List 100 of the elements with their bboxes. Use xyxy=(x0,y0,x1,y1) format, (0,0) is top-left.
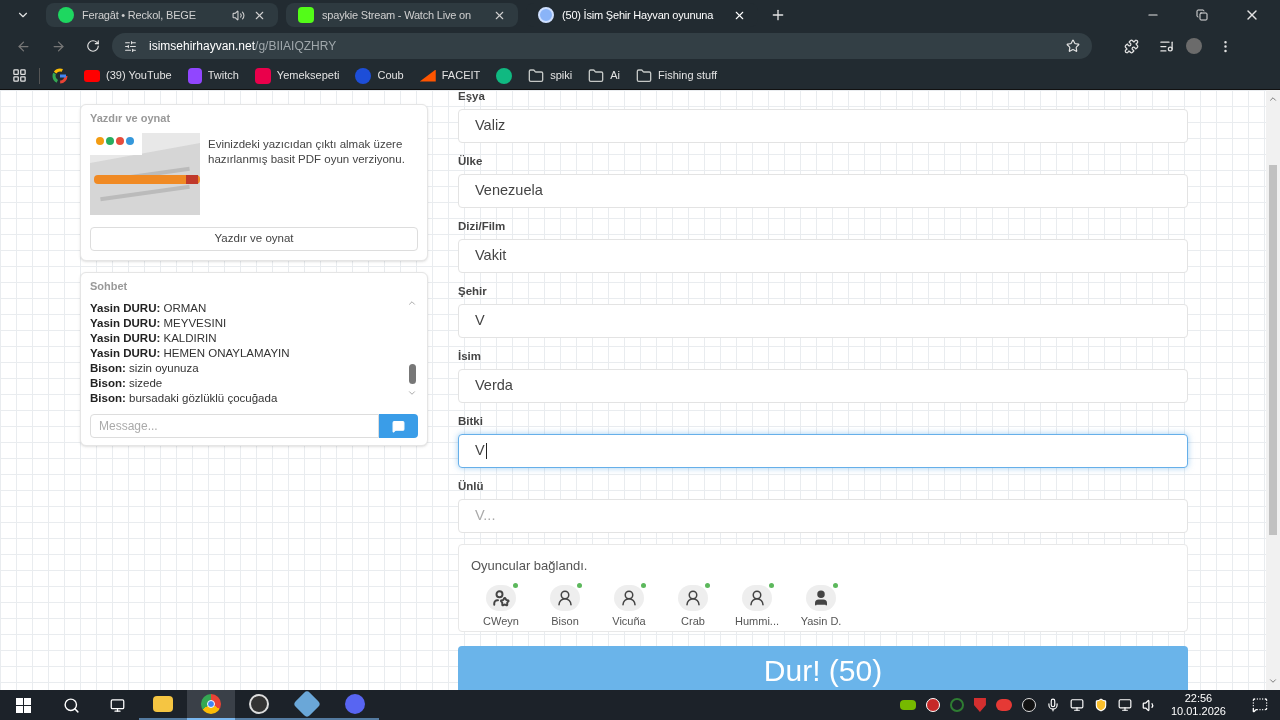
bookmark[interactable] xyxy=(52,67,68,84)
forward-icon[interactable] xyxy=(51,38,66,54)
field-label: Eşya xyxy=(458,90,486,104)
bookmark[interactable]: Twitch xyxy=(187,67,239,84)
new-tab-icon[interactable] xyxy=(770,7,786,23)
field-label: Şehir xyxy=(458,284,488,299)
scrollbar-thumb xyxy=(408,364,416,384)
clock[interactable]: 22:56 10.01.2026 xyxy=(1170,692,1226,718)
player-name: Vicuña xyxy=(612,614,646,629)
chat-message: Yasin DURU: HEMEN ONAYLAMAYIN xyxy=(90,346,291,361)
chat-message: Yasin DURU: ORMAN xyxy=(90,301,208,316)
chat-message: Yasin DURU: KALDIRIN xyxy=(90,331,218,346)
bookmark-label: Coub xyxy=(377,68,404,84)
bookmark[interactable]: Coub xyxy=(355,67,404,84)
chat-message: Bison: sizin oyunuza xyxy=(90,361,200,376)
taskbar-app[interactable] xyxy=(187,690,235,720)
user-icon xyxy=(812,589,830,607)
address-bar[interactable]: isimsehirhayvan.net/g/BIIAIQZHRY xyxy=(112,33,1092,59)
user-icon xyxy=(556,589,574,607)
bookmark-label: Ai xyxy=(610,68,621,84)
scroll-down-icon xyxy=(407,388,417,398)
user-icon xyxy=(620,589,638,607)
folder-icon xyxy=(528,67,545,84)
scroll-up-icon xyxy=(1268,94,1278,104)
tab-title: Feragât • Reckol, BEGE xyxy=(82,7,197,23)
site-settings-icon[interactable] xyxy=(124,39,137,53)
answer-field[interactable]: V xyxy=(458,304,1188,338)
answer-field[interactable]: Vakit xyxy=(458,239,1188,273)
message-field[interactable]: Message... xyxy=(90,414,379,438)
bookmark[interactable]: (39) YouTube xyxy=(84,67,172,84)
folder-icon xyxy=(636,67,653,84)
bookmark[interactable]: FACEIT xyxy=(419,67,481,84)
shield-icon xyxy=(1093,698,1108,712)
extensions-icon[interactable] xyxy=(1124,38,1139,54)
user-icon xyxy=(748,589,766,607)
bookmark[interactable]: Fishing stuff xyxy=(636,67,718,84)
tab-title: (50) İsim Şehir Hayvan oyununa xyxy=(562,7,715,23)
player-name: Yasin D. xyxy=(800,614,842,629)
bookmark-label: Fishing stuff xyxy=(658,68,718,84)
player-name: CWeyn xyxy=(483,614,519,629)
circle-tray-icon xyxy=(949,698,964,712)
players-title: Oyuncular bağlandı. xyxy=(471,558,588,573)
bookmark-label: FACEIT xyxy=(441,68,481,84)
player-name: Hummi... xyxy=(735,614,779,629)
record-tray-icon xyxy=(925,698,940,712)
gpu-tray-icon xyxy=(899,700,916,710)
card-description: Evinizdeki yazıcıdan çıktı almak üzere hazırlanmış basit PDF oyun verziyonu. xyxy=(208,136,406,167)
chat-message: Yasin DURU: MEYVESINI xyxy=(90,316,228,331)
taskbar-app[interactable] xyxy=(283,690,331,720)
browser-logo-icon xyxy=(201,694,221,714)
field-label: Ülke xyxy=(458,154,484,169)
task-view-icon[interactable] xyxy=(110,697,125,713)
reload-icon[interactable] xyxy=(86,39,100,53)
browser-tab[interactable]: spaykie Stream - Watch Live on xyxy=(286,3,518,27)
tab-title: spaykie Stream - Watch Live on xyxy=(322,7,472,23)
record-logo-icon xyxy=(249,694,269,714)
search-icon[interactable] xyxy=(63,696,80,714)
answer-field[interactable]: Verda xyxy=(458,369,1188,403)
windows-logo-icon[interactable] xyxy=(16,697,31,713)
microphone-icon xyxy=(1045,698,1060,712)
field-label: İsim xyxy=(458,349,482,364)
media-control-icon[interactable] xyxy=(1159,38,1174,54)
profile-avatar[interactable] xyxy=(1186,38,1202,54)
bookmark[interactable]: Yemeksepeti xyxy=(254,67,340,84)
player-name: Crab xyxy=(681,614,705,629)
notifications-icon[interactable] xyxy=(1252,697,1268,713)
chat-message: Bison: sizede xyxy=(90,376,164,391)
url-text: isimsehirhayvan.net/g/BIIAIQZHRY xyxy=(149,38,338,55)
user-star-icon xyxy=(492,589,510,607)
restore-icon[interactable] xyxy=(1196,9,1208,21)
scroll-down-icon xyxy=(1268,676,1278,686)
folder-icon xyxy=(153,696,173,712)
browser-tab[interactable]: Feragât • Reckol, BEGE xyxy=(46,3,278,27)
bookmark-label: Yemeksepeti xyxy=(276,68,340,84)
bookmark-label: spiki xyxy=(550,68,573,84)
send-button[interactable] xyxy=(379,414,418,438)
card-title: Yazdır ve oynat xyxy=(90,111,172,126)
chat-icon xyxy=(392,419,405,433)
bookmark-star-icon[interactable] xyxy=(1066,39,1080,53)
apps-icon[interactable] xyxy=(12,68,27,83)
answer-field[interactable]: Venezuela xyxy=(458,174,1188,208)
network-icon xyxy=(1117,698,1132,712)
back-icon[interactable] xyxy=(16,38,31,54)
player-name: Bison xyxy=(551,614,579,629)
field-label: Bitki xyxy=(458,414,484,429)
card-title: Sohbet xyxy=(90,278,129,294)
field-label: Dizi/Film xyxy=(458,219,507,234)
answer-field[interactable]: V xyxy=(458,434,1188,468)
bookmark-label: Twitch xyxy=(207,68,239,84)
print-button[interactable]: Yazdır ve oynat xyxy=(90,226,418,251)
arrow-tray-icon xyxy=(973,698,986,712)
display-icon xyxy=(1069,698,1084,712)
google-logo-icon xyxy=(52,67,68,84)
bookmark[interactable]: Ai xyxy=(588,67,621,84)
user-icon xyxy=(684,589,702,607)
bookmark[interactable]: spiki xyxy=(528,67,573,84)
answer-field[interactable]: Valiz xyxy=(458,109,1188,143)
logo-tray-icon xyxy=(1021,698,1036,712)
bookmark-label: (39) YouTube xyxy=(106,68,172,84)
field-label: Ünlü xyxy=(458,479,485,494)
